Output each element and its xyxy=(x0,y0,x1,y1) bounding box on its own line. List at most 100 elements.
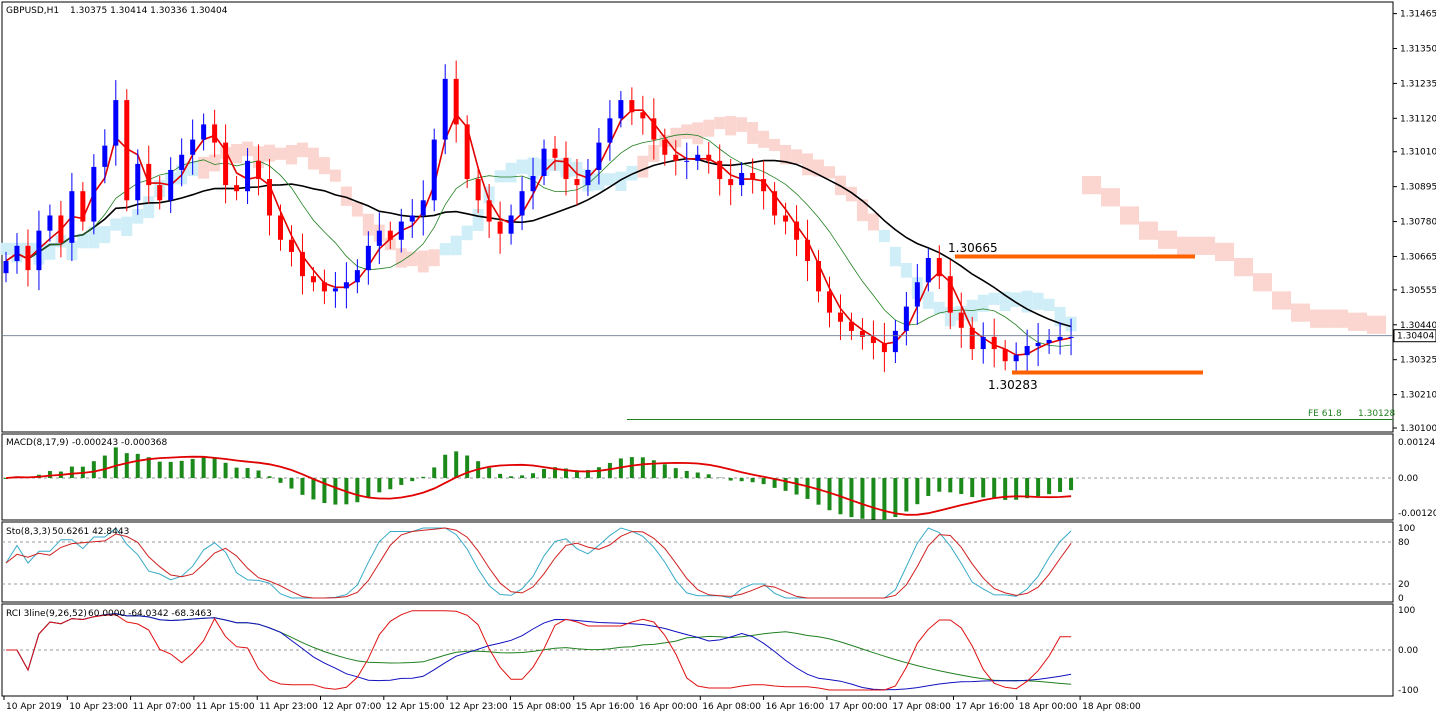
candle-body xyxy=(387,230,393,240)
time-tick-label: 11 Apr 15:00 xyxy=(196,702,255,712)
cloud-future-slice xyxy=(1120,206,1140,225)
price-tick-label: 1.31350 xyxy=(1400,45,1436,55)
candle-body xyxy=(91,166,97,222)
macd-bar xyxy=(794,478,799,495)
candle-body xyxy=(1013,355,1019,362)
macd-bar xyxy=(190,458,195,478)
macd-bar xyxy=(421,476,426,478)
cloud-future-slice xyxy=(1348,312,1368,331)
candle-body xyxy=(662,139,668,155)
cloud-future-slice xyxy=(1139,221,1159,240)
cloud-slice xyxy=(329,169,341,182)
macd-bar xyxy=(948,478,953,493)
macd-bar xyxy=(926,478,931,496)
candle-body xyxy=(805,239,811,262)
time-tick-label: 17 Apr 16:00 xyxy=(956,702,1015,712)
candle-body xyxy=(190,139,196,155)
candle-body xyxy=(684,160,690,162)
cloud-slice xyxy=(307,147,319,170)
cloud-slice xyxy=(681,124,693,139)
macd-bar xyxy=(146,457,151,478)
candle-body xyxy=(837,312,843,322)
time-tick-label: 12 Apr 15:00 xyxy=(386,702,445,712)
rci-plot: 100 0.00 -100 xyxy=(2,606,1419,696)
candle-body xyxy=(629,100,635,113)
cloud-future-slice xyxy=(1310,309,1330,328)
cloud-future-slice xyxy=(1082,176,1102,195)
macd-bar xyxy=(399,478,404,485)
macd-bar xyxy=(410,478,415,482)
macd-bar xyxy=(673,468,678,478)
price-tick-label: 1.31465 xyxy=(1400,10,1436,20)
macd-bar xyxy=(1025,478,1030,499)
time-tick-label: 15 Apr 16:00 xyxy=(576,702,635,712)
candle-body xyxy=(69,191,75,243)
cloud-slice xyxy=(867,213,879,231)
price-tick-label: 1.30780 xyxy=(1400,218,1436,228)
cloud-slice xyxy=(714,116,726,130)
cloud-slice xyxy=(637,155,649,178)
cloud-slice xyxy=(461,225,473,241)
sto-name: Sto(8,3,3) xyxy=(6,527,51,537)
candle-body xyxy=(750,172,756,180)
macd-bar xyxy=(531,473,536,478)
candle-body xyxy=(146,163,152,186)
candle-body xyxy=(3,261,9,274)
macd-bar xyxy=(179,460,184,478)
candle-body xyxy=(706,154,712,161)
macd-bar xyxy=(377,478,382,493)
time-tick-label: 18 Apr 00:00 xyxy=(1019,702,1078,712)
macd-bar xyxy=(739,478,744,482)
sto-k-line xyxy=(5,527,1072,599)
macd-bar xyxy=(893,478,898,518)
macd-bar xyxy=(816,478,821,505)
macd-tick-label: 0.001241 xyxy=(1398,438,1436,448)
macd-bar xyxy=(388,478,393,490)
time-tick-label: 16 Apr 16:00 xyxy=(766,702,825,712)
candle-body xyxy=(881,342,887,353)
candle-body xyxy=(486,200,492,222)
macd-bar xyxy=(454,451,459,478)
time-tick-label: 11 Apr 07:00 xyxy=(133,702,192,712)
cloud-slice xyxy=(110,218,122,231)
macd-bar xyxy=(223,462,228,478)
cloud-slice xyxy=(736,117,748,132)
sto-tick-label: 20 xyxy=(1398,580,1410,590)
macd-bar xyxy=(465,455,470,478)
cloud-future-slice xyxy=(1215,242,1235,262)
macd-bar xyxy=(1047,478,1052,495)
candle-body xyxy=(651,118,657,140)
macd-bar xyxy=(443,454,448,478)
cloud-future-slice xyxy=(1196,236,1216,255)
time-tick-label: 15 Apr 08:00 xyxy=(512,702,571,712)
main-panel xyxy=(1,1,1394,433)
macd-bar xyxy=(607,462,612,478)
price-tick-label: 1.30555 xyxy=(1400,286,1436,296)
candle-body xyxy=(717,160,723,180)
candle-body xyxy=(1057,336,1063,340)
candle-body xyxy=(497,221,503,234)
cloud-slice xyxy=(121,216,133,237)
candle-body xyxy=(892,330,898,353)
time-tick-label: 10 Apr 23:00 xyxy=(69,702,128,712)
candle-body xyxy=(442,78,448,140)
macd-bar xyxy=(47,471,52,478)
rci-long-line xyxy=(6,613,1072,685)
candle-body xyxy=(420,200,426,216)
price-tick-label: 1.31010 xyxy=(1400,148,1436,158)
macd-readout: -0.000243 -0.000368 xyxy=(72,438,168,448)
cloud-slice xyxy=(1032,292,1044,310)
cloud-slice xyxy=(845,186,857,202)
candle-body xyxy=(695,154,701,161)
candle-body xyxy=(607,118,613,143)
candle-body xyxy=(640,112,646,119)
fe-label: FE 61.8 xyxy=(1308,409,1342,419)
cloud-future-slice xyxy=(1234,257,1254,277)
macd-bar xyxy=(750,478,755,483)
cloud-slice xyxy=(988,292,1000,305)
candle-body xyxy=(794,221,800,240)
cloud-slice xyxy=(296,142,308,158)
macd-bar xyxy=(805,478,810,499)
candle-body xyxy=(376,230,382,246)
time-tick-label: 16 Apr 08:00 xyxy=(702,702,761,712)
